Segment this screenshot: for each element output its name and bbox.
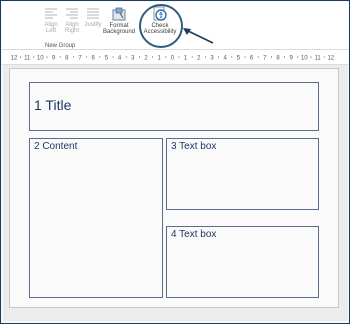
title-placeholder-label: 1 Title [34, 97, 72, 113]
text-box-4-placeholder[interactable]: 4 Text box [166, 226, 319, 298]
text-box-4-label: 4 Text box [171, 229, 217, 240]
ruler-label: 7 [263, 56, 267, 62]
ruler-label: 4 [118, 56, 122, 62]
ruler-label: 8 [65, 56, 69, 62]
ruler-label: 8 [276, 56, 280, 62]
content-placeholder[interactable]: 2 Content [29, 138, 163, 298]
horizontal-ruler[interactable]: 12 11 10 9 8 7 6 5 4 3 2 1 0 1 2 3 4 5 6 7 8 9 10 11 12 [2, 49, 349, 65]
ribbon: Align Left Align Right Justify Format Ba… [2, 2, 349, 49]
ruler-label: 1 [184, 56, 188, 62]
highlight-circle [139, 4, 183, 48]
ruler-label: 9 [290, 56, 294, 62]
ruler-label: 1 [158, 56, 162, 62]
align-left-label-2: Left [45, 28, 56, 34]
ruler-label: 6 [250, 56, 254, 62]
format-background-icon [112, 7, 126, 21]
ruler-label: 11 [24, 56, 31, 62]
window-frame: Align Left Align Right Justify Format Ba… [0, 0, 350, 324]
ruler-label: 12 [327, 56, 334, 62]
ruler-label: 10 [37, 56, 44, 62]
ruler-label: 4 [224, 56, 228, 62]
format-background-button[interactable]: Format Background [101, 6, 137, 35]
justify-icon [87, 8, 99, 19]
ruler-label: 7 [78, 56, 82, 62]
align-right-label-2: Right [64, 28, 79, 34]
align-right-icon [66, 8, 78, 19]
ruler-label: 3 [210, 56, 214, 62]
ruler-label: 6 [92, 56, 96, 62]
align-left-button[interactable]: Align Left [40, 7, 62, 34]
text-box-3-label: 3 Text box [171, 141, 217, 152]
ruler-label: 9 [52, 56, 56, 62]
text-box-3-placeholder[interactable]: 3 Text box [166, 138, 319, 210]
align-left-icon [45, 8, 57, 19]
ruler-label: 5 [105, 56, 109, 62]
ruler-label: 3 [131, 56, 135, 62]
ruler-label: 2 [197, 56, 201, 62]
ruler-label: 2 [144, 56, 148, 62]
ruler-label: 12 [11, 56, 18, 62]
ruler-label: 5 [237, 56, 241, 62]
align-right-button[interactable]: Align Right [61, 7, 83, 34]
ruler-label: 0 [171, 56, 175, 62]
ruler-label: 10 [301, 56, 308, 62]
format-background-label-2: Background [102, 29, 136, 35]
title-placeholder[interactable]: 1 Title [29, 82, 319, 131]
annotation-arrow-icon [183, 28, 214, 44]
ruler-label: 11 [314, 56, 321, 62]
content-placeholder-label: 2 Content [34, 141, 78, 152]
